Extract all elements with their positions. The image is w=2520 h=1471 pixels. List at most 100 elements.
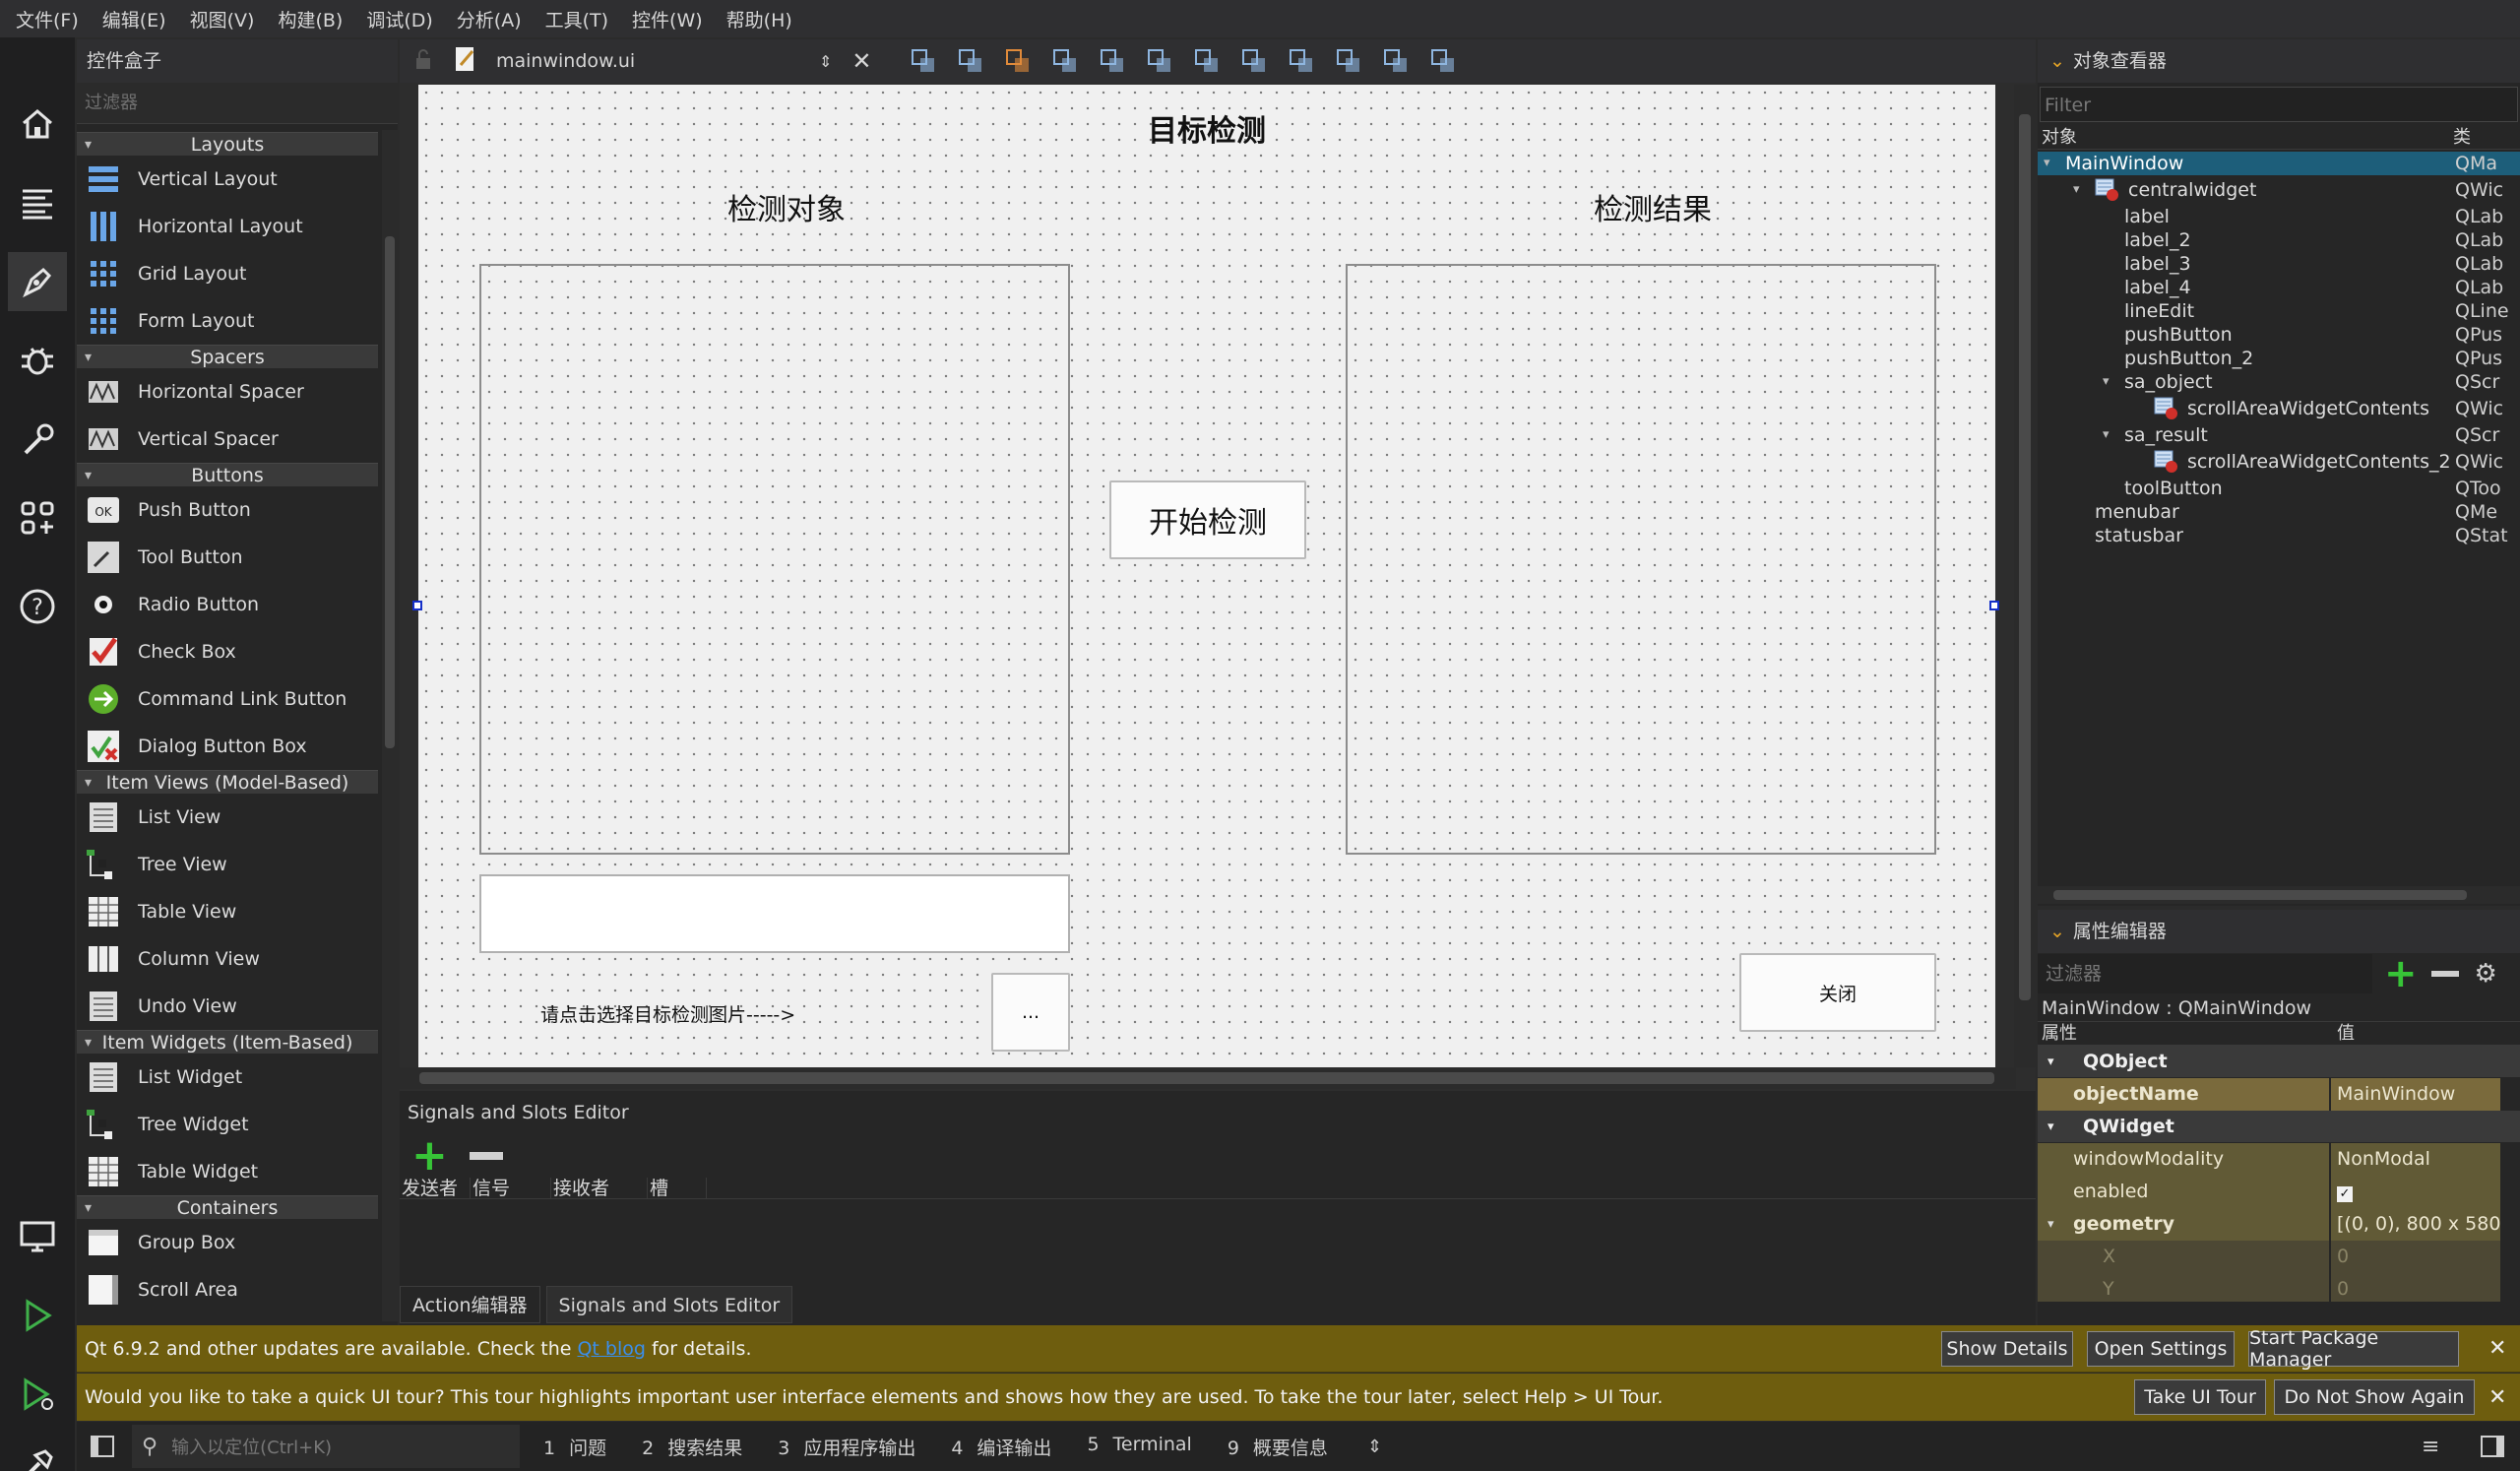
widget-item-dialog-button-box[interactable]: Dialog Button Box <box>77 723 378 770</box>
widget-filter-input[interactable]: 过滤器 <box>77 83 398 124</box>
output-pane-pane-2[interactable]: 2 搜索结果 <box>642 1434 742 1460</box>
property-value[interactable]: NonModal <box>2331 1143 2500 1176</box>
object-tree-row[interactable]: scrollAreaWidgetContents_2 QWic <box>2038 447 2520 477</box>
widget-item-list-widget[interactable]: List Widget <box>77 1054 378 1101</box>
break-layout-icon[interactable] <box>1372 45 1419 77</box>
property-group-qobject[interactable]: ▾ QObject <box>2038 1046 2520 1078</box>
property-value[interactable]: 0 <box>2331 1273 2500 1302</box>
debug-run-icon[interactable] <box>8 1365 67 1424</box>
edit-buddies-icon[interactable] <box>994 45 1041 77</box>
object-tree-row[interactable]: scrollAreaWidgetContents QWic <box>2038 394 2520 423</box>
object-tree-row[interactable]: pushButton QPus <box>2038 323 2520 347</box>
start-package-manager-button[interactable]: Start Package Manager <box>2248 1327 2459 1371</box>
edit-signals-slots-icon[interactable] <box>947 45 994 77</box>
form-canvas[interactable]: 目标检测 检测对象 检测结果 开始检测 请点击选择目标检测图片-----> ..… <box>412 85 1999 1067</box>
property-row-objectname[interactable]: objectName MainWindow <box>2038 1078 2520 1111</box>
layout-grid-icon[interactable] <box>1325 45 1372 77</box>
menu-b[interactable]: 构建(B) <box>278 6 343 32</box>
detect-object-label[interactable]: 检测对象 <box>678 185 895 228</box>
add-dynamic-property-icon[interactable]: + <box>2384 954 2418 993</box>
object-tree-row[interactable]: ▾ sa_object QScr <box>2038 370 2520 394</box>
do-not-show-again-button[interactable]: Do Not Show Again <box>2274 1379 2475 1415</box>
widget-item-scroll-area[interactable]: Scroll Area <box>77 1266 378 1313</box>
image-path-lineedit[interactable] <box>479 874 1070 953</box>
menu-d[interactable]: 调试(D) <box>366 6 432 32</box>
take-ui-tour-button[interactable]: Take UI Tour <box>2134 1379 2266 1415</box>
edit-tab-order-icon[interactable] <box>1041 45 1089 77</box>
object-tree-row[interactable]: ▾ centralwidget QWic <box>2038 175 2520 205</box>
checkbox-checked-icon[interactable]: ✓ <box>2337 1186 2353 1202</box>
progress-details-icon[interactable]: ≡ <box>2422 1435 2439 1459</box>
debug-icon[interactable] <box>8 331 67 390</box>
run-icon[interactable] <box>8 1286 67 1345</box>
widget-item-column-view[interactable]: Column View <box>77 935 378 983</box>
toggle-right-sidebar-icon[interactable] <box>2481 1436 2504 1457</box>
layout-form-icon[interactable] <box>1278 45 1325 77</box>
edit-widgets-icon[interactable] <box>900 45 947 77</box>
widget-box-scrollbar[interactable] <box>382 130 398 1321</box>
output-pane-pane-3[interactable]: 3 应用程序输出 <box>778 1434 915 1460</box>
col-object-header[interactable]: 对象 <box>2038 127 2077 148</box>
object-tree-row[interactable]: menubar QMe <box>2038 500 2520 524</box>
layout-v-splitter-icon[interactable] <box>1230 45 1278 77</box>
widget-item-horizontal-layout[interactable]: Horizontal Layout <box>77 203 378 250</box>
widget-item-group-box[interactable]: Group Box <box>77 1219 378 1266</box>
object-filter-input[interactable]: Filter <box>2040 87 2518 122</box>
lock-icon[interactable] <box>411 47 439 76</box>
adjust-size-icon[interactable] <box>1419 45 1467 77</box>
layout-horizontal-icon[interactable] <box>1089 45 1136 77</box>
browse-tool-button[interactable]: ... <box>991 973 1070 1052</box>
add-connection-icon[interactable]: + <box>411 1134 448 1178</box>
object-tree-row[interactable]: lineEdit QLine <box>2038 299 2520 323</box>
panes-switcher-icon[interactable]: ⇕ <box>1367 1437 1382 1457</box>
menu-v[interactable]: 视图(V) <box>190 6 255 32</box>
expand-arrow-icon[interactable]: ▾ <box>2048 1046 2054 1078</box>
object-tree-row[interactable]: label_3 QLab <box>2038 252 2520 276</box>
object-tree-row[interactable]: statusbar QStat <box>2038 524 2520 547</box>
expand-arrow-icon[interactable]: ▾ <box>2073 175 2080 205</box>
widget-item-horizontal-spacer[interactable]: Horizontal Spacer <box>77 368 378 416</box>
property-row-windowmodality[interactable]: windowModality NonModal <box>2038 1143 2520 1176</box>
property-value[interactable]: 0 <box>2331 1241 2500 1273</box>
widget-category-buttons[interactable]: Buttons <box>77 463 378 487</box>
monitor-icon[interactable] <box>8 1207 67 1266</box>
widget-item-check-box[interactable]: Check Box <box>77 628 378 675</box>
show-details-button[interactable]: Show Details <box>1941 1331 2073 1367</box>
expand-arrow-icon[interactable]: ▾ <box>2048 1208 2054 1241</box>
property-row-y[interactable]: Y0 <box>2038 1273 2520 1302</box>
widget-item-radio-button[interactable]: Radio Button <box>77 581 378 628</box>
widget-category-containers[interactable]: Containers <box>77 1195 378 1220</box>
open-settings-button[interactable]: Open Settings <box>2087 1331 2235 1367</box>
col-class-header[interactable]: 类 <box>2453 126 2471 150</box>
object-tree-row[interactable]: ▾ sa_result QScr <box>2038 423 2520 447</box>
output-pane-pane-9[interactable]: 9 概要信息 <box>1228 1434 1328 1460</box>
design-icon[interactable] <box>8 252 67 311</box>
menu-e[interactable]: 编辑(E) <box>102 6 166 32</box>
object-tree-row[interactable]: label_2 QLab <box>2038 228 2520 252</box>
object-tree-row[interactable]: ▾ MainWindow QMa <box>2038 152 2520 175</box>
extensions-icon[interactable] <box>8 488 67 547</box>
signals-col-header[interactable]: 槽 <box>648 1178 707 1199</box>
projects-icon[interactable] <box>8 410 67 469</box>
widget-item-vertical-layout[interactable]: Vertical Layout <box>77 156 378 203</box>
signals-col-header[interactable]: 接收者 <box>551 1178 648 1199</box>
qt-blog-link[interactable]: Qt blog <box>577 1338 645 1360</box>
widget-item-push-button[interactable]: OK Push Button <box>77 486 378 534</box>
canvas-horizontal-scrollbar[interactable] <box>400 1067 2016 1089</box>
widget-item-tree-widget[interactable]: Tree Widget <box>77 1101 378 1148</box>
resize-handle-right[interactable] <box>1989 601 1999 610</box>
menu-a[interactable]: 分析(A) <box>457 6 522 32</box>
detect-result-label[interactable]: 检测结果 <box>1544 185 1761 228</box>
signals-col-header[interactable]: 发送者 <box>400 1178 471 1199</box>
widget-item-table-view[interactable]: Table View <box>77 888 378 935</box>
close-notification-icon[interactable]: ✕ <box>2488 1336 2506 1361</box>
expand-arrow-icon[interactable]: ▾ <box>2044 152 2050 175</box>
result-scroll-area[interactable] <box>1346 264 1936 855</box>
signals-col-header[interactable]: 信号 <box>471 1178 551 1199</box>
locator-input[interactable]: ⚲ 输入以定位(Ctrl+K) <box>132 1425 520 1468</box>
property-row-x[interactable]: X0 <box>2038 1241 2520 1273</box>
remove-connection-icon[interactable] <box>469 1152 503 1160</box>
property-group-qwidget[interactable]: ▾ QWidget <box>2038 1111 2520 1143</box>
object-tree-row[interactable]: toolButton QToo <box>2038 477 2520 500</box>
property-row-enabled[interactable]: enabled ✓ <box>2038 1176 2520 1208</box>
